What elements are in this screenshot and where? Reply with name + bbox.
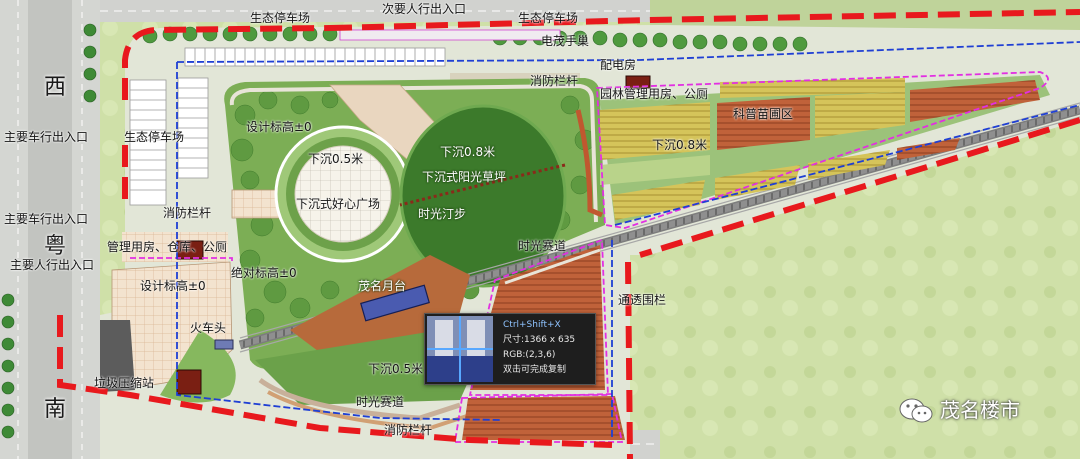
watermark-text: 茂名楼市 (940, 398, 1020, 422)
label-road-west-2: 粤 (44, 234, 67, 259)
label-mgmt-storage: 管理用房、仓库、公厕 (107, 240, 228, 254)
label-design-elevation-top: 设计标高±0 (246, 120, 312, 134)
label-sunken-05-circle: 下沉0.5米 (308, 152, 364, 166)
label-garden-mgmt: 园林管理用房、公厕 (600, 87, 709, 101)
label-time-track-mid: 时光赛道 (518, 239, 567, 253)
label-sunken-plaza: 下沉式好心广场 (296, 197, 381, 211)
label-sunken-05-bottom: 下沉0.5米 (368, 362, 424, 376)
label-design-elevation-left: 设计标高±0 (140, 279, 206, 293)
label-train-head: 火车头 (190, 321, 227, 335)
tooltip-hint: 双击可完成复制 (503, 365, 567, 375)
label-maoming-platform: 茂名月台 (358, 279, 407, 293)
label-main-vehicle-entrance-2: 主要车行出入口 (4, 212, 89, 226)
wechat-icon (899, 398, 933, 423)
label-time-walk: 时光汀步 (418, 207, 467, 221)
label-maomao-street: 电茂手巢 (541, 34, 590, 48)
label-eco-parking-top-right: 生态停车场 (518, 11, 579, 25)
label-sunken-lawn: 下沉式阳光草坪 (422, 170, 507, 184)
label-firefighting-rail-left: 消防栏杆 (163, 206, 212, 220)
screenshot-tool-tooltip[interactable]: Ctrl+Shift+X 尺寸:1366 x 635 RGB:(2,3,6) 双… (424, 313, 596, 385)
label-absolute-elevation: 绝对标高±0 (231, 266, 297, 280)
watermark: 茂名楼市 (896, 396, 1066, 426)
magnifier-preview (427, 316, 493, 382)
label-sunken-08-right: 下沉0.8米 (652, 138, 708, 152)
label-eco-parking-top-left: 生态停车场 (250, 11, 311, 25)
label-secondary-ped-entrance: 次要人行出入口 (382, 2, 467, 16)
label-time-track-bottom: 时光赛道 (356, 395, 405, 409)
label-garbage-station: 垃圾压缩站 (94, 376, 155, 390)
label-main-ped-entrance: 主要人行出入口 (10, 258, 95, 272)
label-eco-parking-left: 生态停车场 (124, 130, 185, 144)
label-firefighting-rail-bottom: 消防栏杆 (384, 423, 433, 437)
label-main-vehicle-entrance-1: 主要车行出入口 (4, 130, 89, 144)
label-road-west-3: 南 (44, 397, 67, 422)
tooltip-rgb: RGB:(2,3,6) (503, 350, 556, 360)
label-transparent-fence: 通透围栏 (618, 293, 667, 307)
label-nursery: 科普苗圃区 (733, 107, 794, 121)
label-sunken-08-lawn: 下沉0.8米 (440, 145, 496, 159)
tooltip-size: 尺寸:1366 x 635 (503, 335, 576, 345)
label-power-room: 配电房 (600, 58, 637, 72)
label-road-west-1: 西 (44, 75, 67, 100)
site-plan: 生态停车场 次要人行出入口 生态停车场 电茂手巢 配电房 消防栏杆 园林管理用房… (0, 0, 1080, 459)
label-firefighting-rail-top: 消防栏杆 (530, 74, 579, 88)
tooltip-shortcut: Ctrl+Shift+X (503, 320, 561, 330)
site-plan-map (0, 0, 1080, 459)
